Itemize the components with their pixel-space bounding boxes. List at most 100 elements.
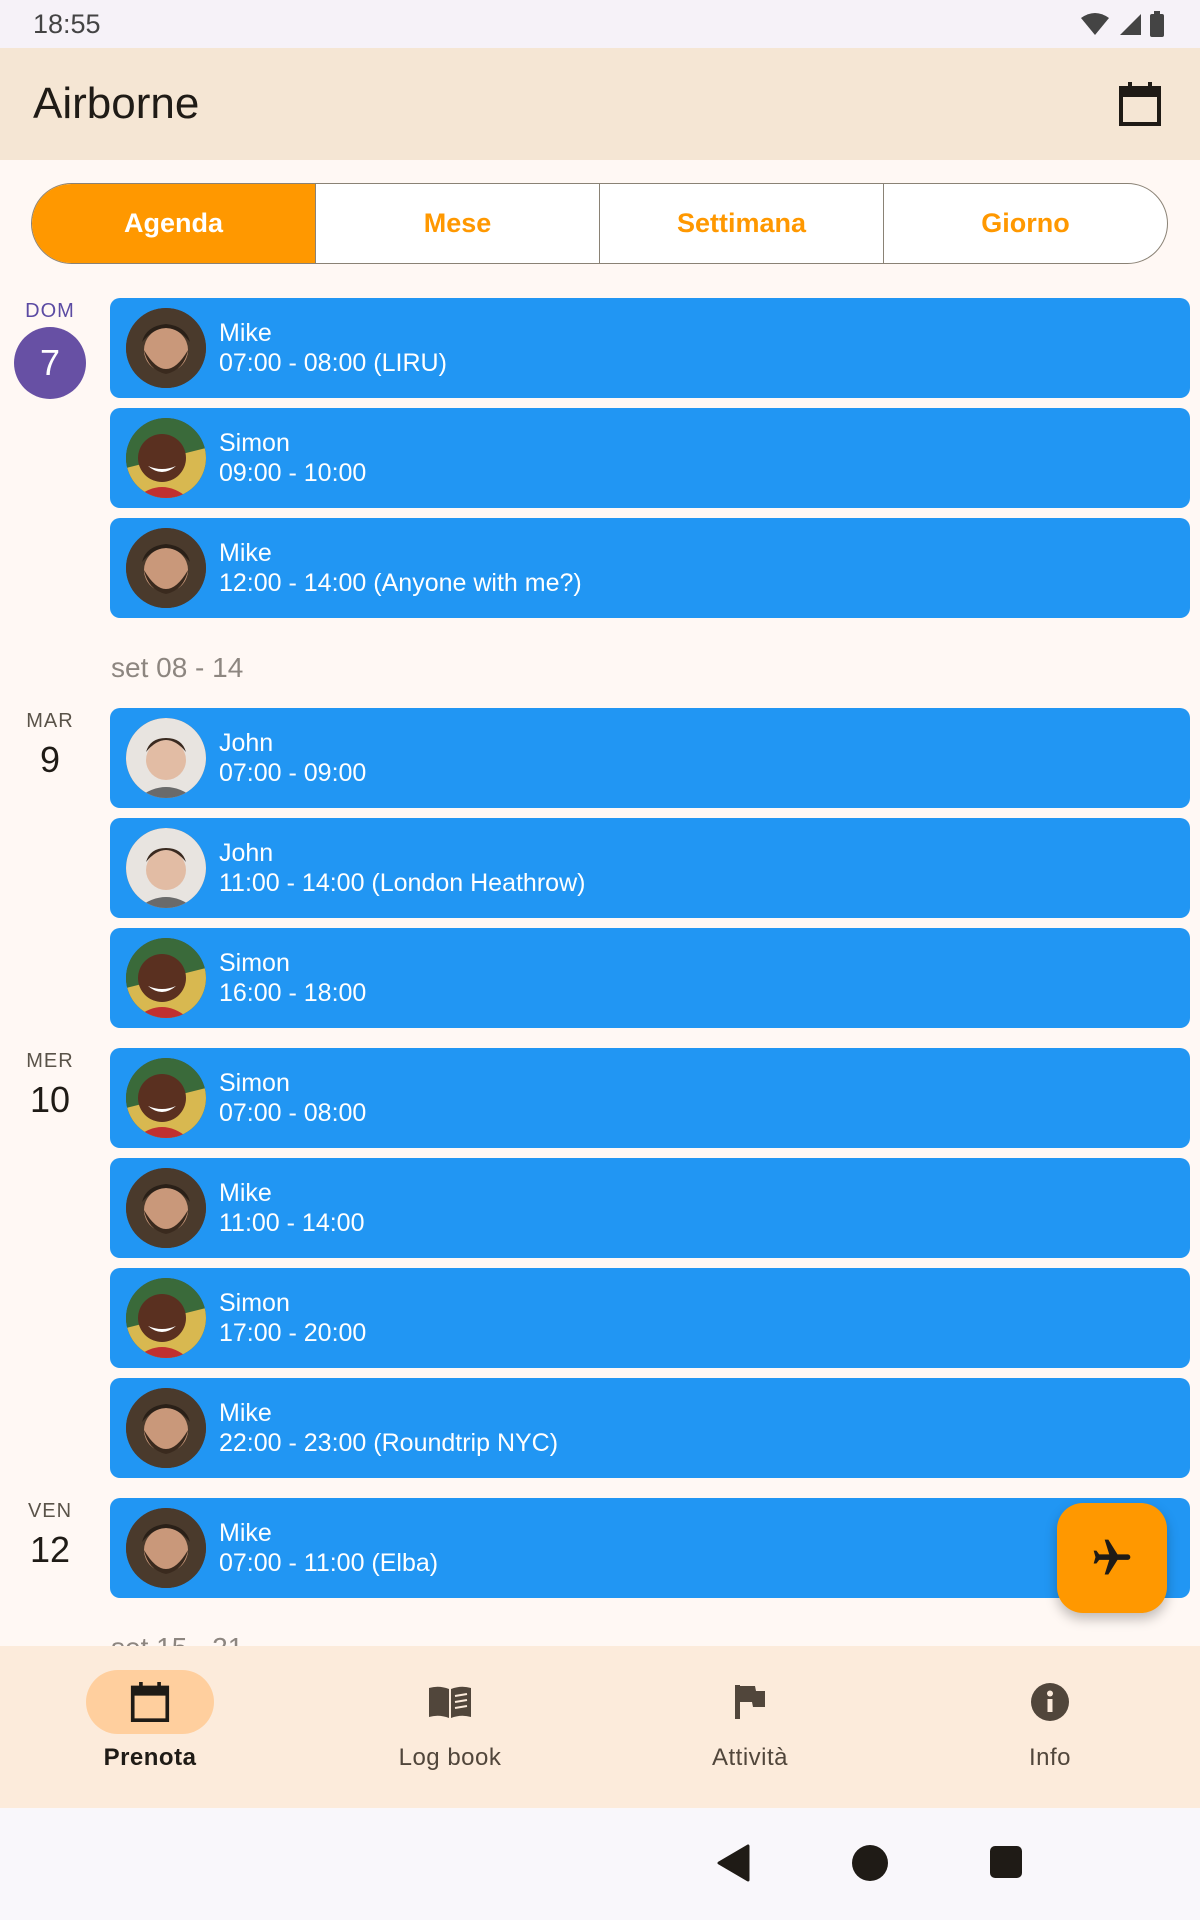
event-person: Simon — [219, 1069, 290, 1097]
event-text: John 07:00 - 09:00 — [219, 728, 366, 788]
event-card[interactable]: Simon 09:00 - 10:00 — [110, 408, 1190, 508]
avatar — [126, 1508, 206, 1588]
status-icons — [1080, 11, 1164, 37]
event-card[interactable]: Mike 12:00 - 14:00 (Anyone with me?) — [110, 518, 1190, 618]
nav-item-prenota[interactable]: Prenota — [0, 1646, 300, 1808]
view-switcher: Agenda Mese Settimana Giorno — [31, 183, 1168, 264]
nav-item-log-book[interactable]: Log book — [300, 1646, 600, 1808]
calendar-icon — [130, 1682, 170, 1722]
day-of-month: 10 — [29, 1079, 71, 1120]
tab-giorno[interactable]: Giorno — [883, 184, 1167, 263]
app-bar: Airborne — [0, 48, 1200, 160]
nav-item-attivita[interactable]: Attività — [600, 1646, 900, 1808]
tab-settimana[interactable]: Settimana — [599, 184, 883, 263]
status-time: 18:55 — [33, 8, 101, 39]
event-text: Mike 07:00 - 08:00 (LIRU) — [219, 318, 447, 378]
day-of-month: 12 — [29, 1529, 71, 1570]
nav-item-info[interactable]: Info — [900, 1646, 1200, 1808]
event-person: Mike — [219, 1399, 272, 1427]
event-card[interactable]: Mike 22:00 - 23:00 (Roundtrip NYC) — [110, 1378, 1190, 1478]
event-text: Simon 07:00 - 08:00 — [219, 1068, 366, 1128]
avatar — [126, 718, 206, 798]
event-person: Simon — [219, 949, 290, 977]
nav-indicator — [686, 1670, 814, 1734]
event-card[interactable]: Simon 17:00 - 20:00 — [110, 1268, 1190, 1368]
day-label: VEN 12 — [0, 1500, 100, 1571]
day-label: DOM 7 — [0, 300, 100, 399]
event-time: 22:00 - 23:00 (Roundtrip NYC) — [219, 1429, 559, 1457]
avatar — [126, 528, 206, 608]
nav-label: Info — [1028, 1744, 1072, 1771]
event-person: Simon — [219, 429, 290, 457]
avatar — [126, 1388, 206, 1468]
nav-label: Prenota — [103, 1744, 197, 1771]
event-person: Mike — [219, 1179, 272, 1207]
day-of-month: 9 — [39, 739, 61, 780]
event-time: 16:00 - 18:00 — [219, 979, 367, 1007]
event-text: Simon 16:00 - 18:00 — [219, 948, 366, 1008]
event-card[interactable]: Mike 11:00 - 14:00 — [110, 1158, 1190, 1258]
avatar — [126, 1168, 206, 1248]
avatar — [126, 308, 206, 388]
event-text: Mike 11:00 - 14:00 — [219, 1178, 364, 1238]
home-icon[interactable] — [851, 1844, 889, 1882]
calendar-icon — [1119, 82, 1161, 126]
avatar — [126, 1278, 206, 1358]
event-card[interactable]: Mike 07:00 - 11:00 (Elba) — [110, 1498, 1190, 1598]
event-person: John — [219, 729, 274, 757]
event-person: Mike — [219, 1519, 272, 1547]
day-label: MAR 9 — [0, 710, 100, 781]
airplane-icon — [1093, 1539, 1131, 1575]
avatar — [126, 1058, 206, 1138]
event-text: Mike 07:00 - 11:00 (Elba) — [219, 1518, 438, 1578]
event-card[interactable]: Mike 07:00 - 08:00 (LIRU) — [110, 298, 1190, 398]
battery-icon — [1150, 11, 1164, 37]
event-time: 11:00 - 14:00 (London Heathrow) — [219, 869, 586, 897]
week-header: set 08 - 14 — [111, 652, 244, 683]
event-person: Mike — [219, 539, 272, 567]
event-text: John 11:00 - 14:00 (London Heathrow) — [219, 838, 585, 898]
today-indicator: 7 — [14, 327, 86, 399]
event-time: 07:00 - 08:00 (LIRU) — [219, 349, 447, 377]
event-person: John — [219, 839, 274, 867]
event-text: Mike 12:00 - 14:00 (Anyone with me?) — [219, 538, 582, 598]
event-time: 07:00 - 08:00 — [219, 1099, 367, 1127]
bottom-navigation: Prenota Log book Attività Info — [0, 1646, 1200, 1808]
calendar-button[interactable] — [1110, 74, 1170, 134]
recents-icon[interactable] — [989, 1845, 1023, 1879]
event-time: 07:00 - 09:00 — [219, 759, 367, 787]
day-of-week: VEN — [27, 1500, 73, 1522]
event-card[interactable]: Simon 07:00 - 08:00 — [110, 1048, 1190, 1148]
event-text: Mike 22:00 - 23:00 (Roundtrip NYC) — [219, 1398, 558, 1458]
book-icon — [429, 1686, 471, 1718]
event-time: 17:00 - 20:00 — [219, 1319, 367, 1347]
event-person: Simon — [219, 1289, 290, 1317]
status-bar: 18:55 — [0, 0, 1200, 48]
day-label: MER 10 — [0, 1050, 100, 1121]
back-icon[interactable] — [716, 1844, 750, 1882]
event-text: Simon 09:00 - 10:00 — [219, 428, 366, 488]
nav-indicator — [986, 1670, 1114, 1734]
event-time: 11:00 - 14:00 — [219, 1209, 365, 1237]
tab-agenda[interactable]: Agenda — [32, 184, 315, 263]
nav-indicator — [386, 1670, 514, 1734]
info-icon — [1031, 1683, 1069, 1721]
flag-icon — [735, 1685, 765, 1719]
system-navigation-bar — [0, 1808, 1200, 1920]
nav-indicator — [86, 1670, 214, 1734]
event-time: 12:00 - 14:00 (Anyone with me?) — [219, 569, 582, 597]
tab-mese[interactable]: Mese — [315, 184, 599, 263]
wifi-icon — [1081, 13, 1109, 35]
nav-label: Attività — [711, 1744, 789, 1771]
avatar — [126, 828, 206, 908]
event-card[interactable]: John 07:00 - 09:00 — [110, 708, 1190, 808]
app-title: Airborne — [33, 79, 200, 128]
week-header: set 15 - 21 — [111, 1632, 243, 1646]
avatar — [126, 418, 206, 498]
event-person: Mike — [219, 319, 272, 347]
day-of-week: MAR — [26, 710, 74, 732]
agenda-list[interactable]: DOM 7 Mike 07:00 - 08:00 (LIRU) Simon 09… — [0, 290, 1200, 1646]
book-flight-fab[interactable] — [1057, 1503, 1167, 1613]
event-card[interactable]: Simon 16:00 - 18:00 — [110, 928, 1190, 1028]
event-card[interactable]: John 11:00 - 14:00 (London Heathrow) — [110, 818, 1190, 918]
